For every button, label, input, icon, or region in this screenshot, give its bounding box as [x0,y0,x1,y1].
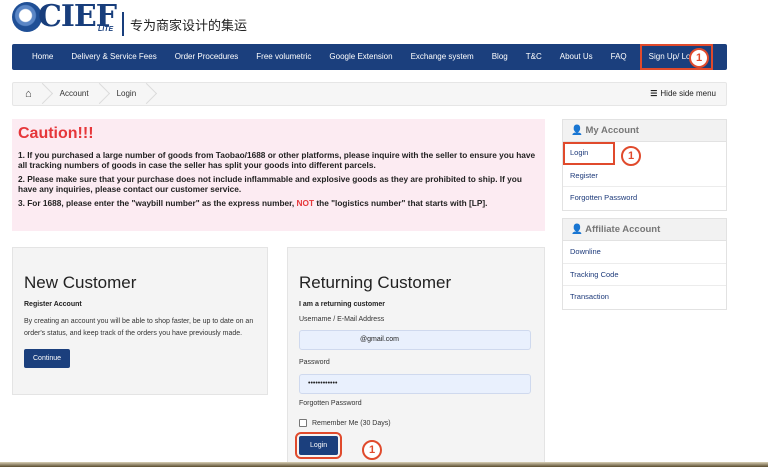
returning-customer-title: Returning Customer [299,273,452,292]
hide-side-menu-button[interactable]: ☰ Hide side menu [650,83,716,105]
nav-delivery-fees[interactable]: Delivery & Service Fees [62,44,165,70]
caution-title: Caution!!! [18,125,94,142]
caution-not: NOT [296,198,315,208]
nav-free-volumetric[interactable]: Free volumetric [247,44,320,70]
logo-divider [122,12,124,36]
my-account-title: My Account [585,125,639,136]
menu-collapse-icon: ☰ [650,89,658,98]
nav-about-us[interactable]: About Us [551,44,602,70]
caution-point-3: 3. For 1688, please enter the "waybill n… [18,198,539,208]
hide-side-menu-label: Hide side menu [660,89,716,98]
email-field[interactable]: @gmail.com [299,330,531,350]
breadcrumb-login[interactable]: Login [101,83,149,105]
returning-customer-subtitle: I am a returning customer [299,301,385,308]
caution-point-1: 1. If you purchased a large number of go… [18,150,536,170]
caution-point-3-post: the "logistics number" that starts with … [314,198,488,208]
affiliate-account-heading: 👤 Affiliate Account [563,219,726,241]
password-label: Password [299,359,330,366]
side-item-register[interactable]: Register [563,165,726,187]
my-account-heading: 👤 My Account [563,120,726,142]
nav-faq[interactable]: FAQ [602,44,636,70]
new-customer-description: By creating an account you will be able … [24,318,254,337]
nav-order-procedures[interactable]: Order Procedures [166,44,248,70]
returning-customer-panel: Returning Customer I am a returning cust… [287,247,545,465]
password-field[interactable]: •••••••••••• [299,374,531,394]
logo-lite: LITE [98,26,114,33]
breadcrumb-account[interactable]: Account [44,83,101,105]
nav-blog[interactable]: Blog [483,44,517,70]
logo-mark: CIEF LITE [12,0,120,38]
caution-panel: Caution!!! 1. If you purchased a large n… [12,119,545,231]
continue-button[interactable]: Continue [24,349,71,368]
site-logo[interactable]: CIEF LITE 专为商家设计的集运 [12,0,248,38]
my-account-menu: 👤 My Account Login Register Forgotten Pa… [562,119,727,211]
logo-slogan: 专为商家设计的集运 [130,19,248,34]
home-icon[interactable]: ⌂ [13,83,44,105]
caution-point-2: 2. Please make sure that your purchase d… [18,174,522,194]
remember-me-label: Remember Me (30 Days) [312,419,391,427]
user-icon: 👤 [571,125,583,136]
breadcrumb: ⌂ Account Login ☰ Hide side menu [12,82,727,106]
side-item-tracking-code[interactable]: Tracking Code [563,264,726,286]
nav-tc[interactable]: T&C [517,44,551,70]
affiliate-account-title: Affiliate Account [585,224,661,235]
side-item-forgotten-password[interactable]: Forgotten Password [563,187,726,210]
side-item-downline[interactable]: Downline [563,241,726,264]
login-button[interactable]: Login [294,432,343,459]
side-item-login[interactable]: Login [563,142,615,165]
main-nav: Home Delivery & Service Fees Order Proce… [12,44,727,70]
caution-point-3-pre: 3. For 1688, please enter the "waybill n… [18,198,297,208]
nav-exchange-system[interactable]: Exchange system [402,44,483,70]
nav-google-extension[interactable]: Google Extension [320,44,401,70]
window-bottom-edge [0,462,768,467]
email-label: Username / E-Mail Address [299,316,385,323]
remember-me-checkbox[interactable] [299,419,307,427]
step-badge-login-button: 1 [362,440,382,460]
new-customer-subtitle: Register Account [24,301,82,308]
new-customer-panel: New Customer Register Account By creatin… [12,247,268,395]
affiliate-account-menu: 👤 Affiliate Account Downline Tracking Co… [562,218,727,310]
step-badge-side-login: 1 [621,146,641,166]
side-item-transaction[interactable]: Transaction [563,286,726,309]
new-customer-title: New Customer [24,273,137,292]
user-icon: 👤 [571,224,583,235]
forgotten-password-link[interactable]: Forgotten Password [299,400,533,407]
step-badge-signup: 1 [689,48,709,68]
remember-me-row: Remember Me (30 Days) [299,419,533,427]
nav-home[interactable]: Home [12,44,62,70]
